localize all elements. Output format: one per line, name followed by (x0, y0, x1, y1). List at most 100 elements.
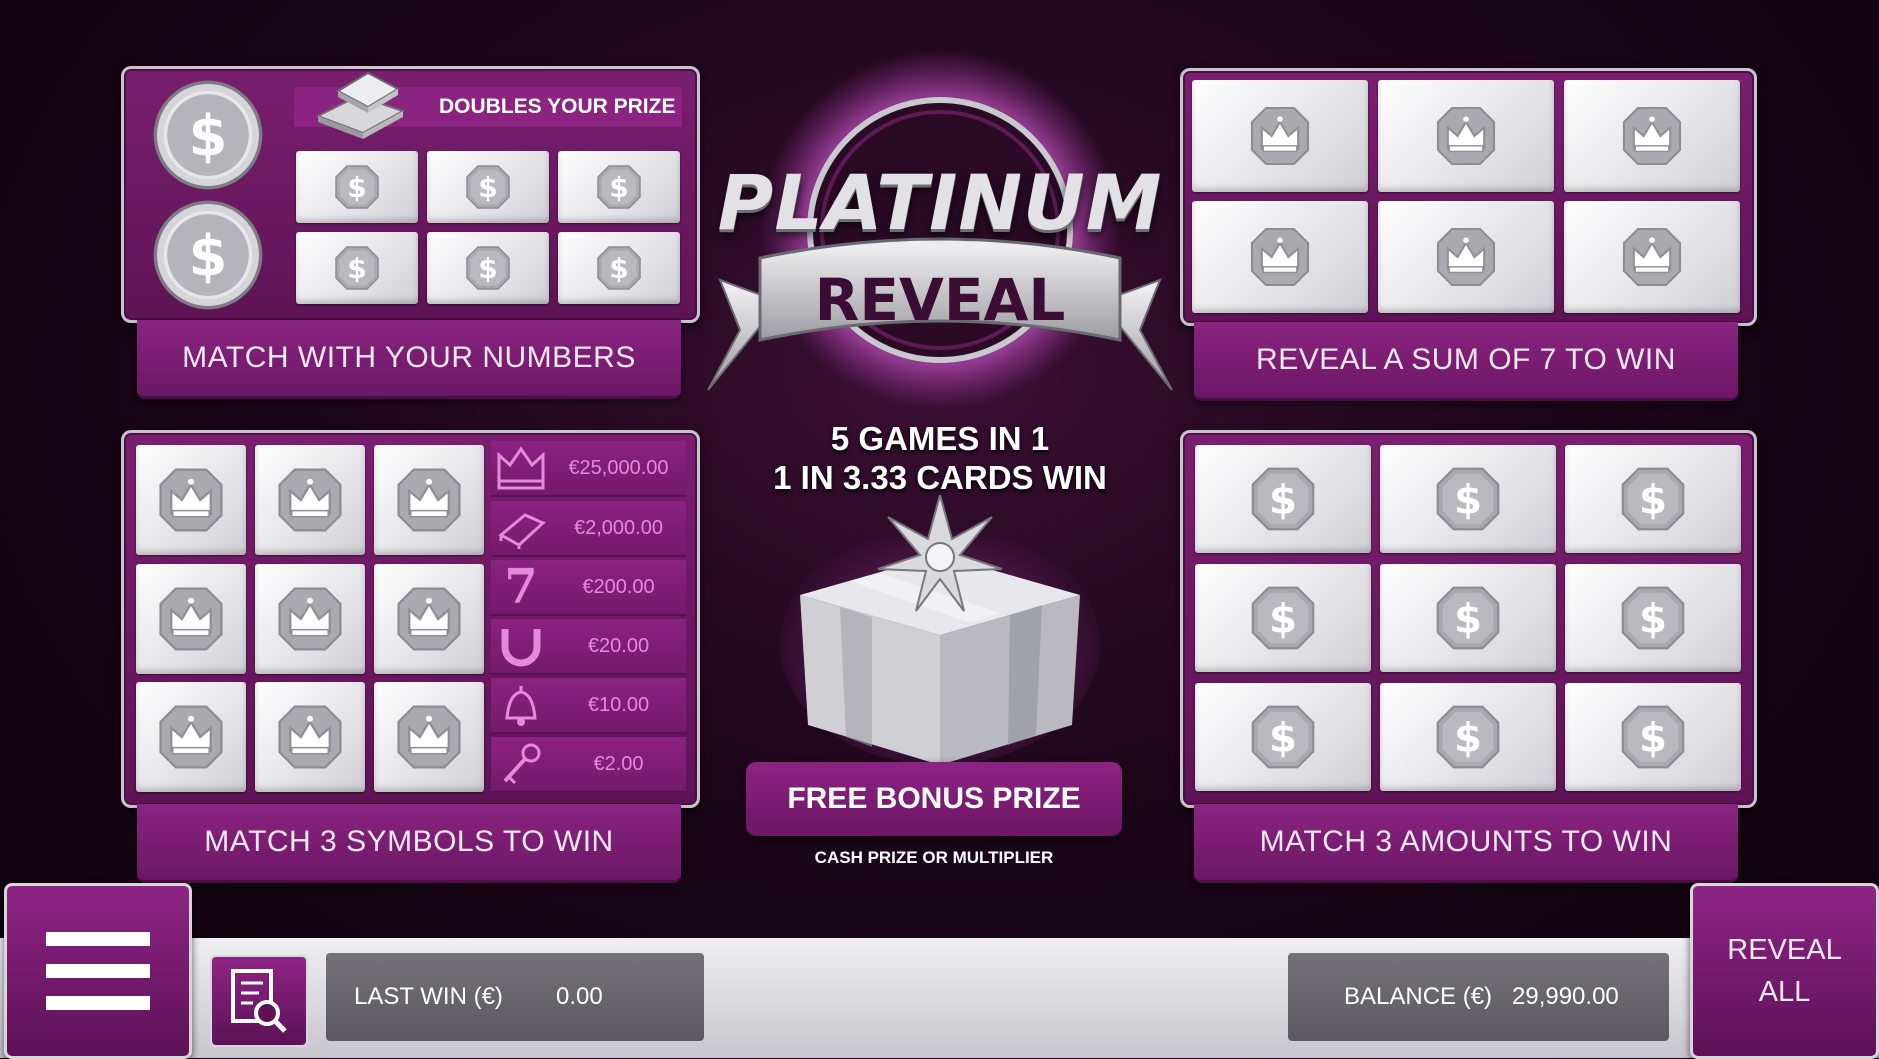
dollar-icon (1422, 463, 1514, 535)
prize-row: €10.00 (491, 678, 686, 734)
game4-label: MATCH 3 AMOUNTS TO WIN (1194, 804, 1738, 883)
prize-row: 7 €200.00 (491, 559, 686, 616)
your-number-tile[interactable] (427, 151, 549, 223)
dollar-icon (1237, 463, 1329, 535)
dollar-icon (326, 243, 388, 293)
last-win-value: 0.00 (556, 983, 603, 1010)
symbol-tile[interactable] (255, 564, 365, 674)
dollar-coin-icon (152, 199, 264, 311)
reveal-all-line1: REVEAL (1727, 934, 1842, 966)
symbol-tile[interactable] (255, 682, 365, 792)
dollar-icon (326, 162, 388, 212)
last-win-label: LAST WIN (€) (354, 983, 503, 1010)
symbol-tile[interactable] (374, 682, 484, 792)
gold-bar-icon (315, 71, 406, 139)
dollar-icon (457, 243, 519, 293)
amount-tile[interactable] (1565, 683, 1741, 791)
dollar-icon (1422, 582, 1514, 654)
prize-row: €2.00 (491, 737, 686, 793)
sum-tile[interactable] (1564, 80, 1740, 192)
gift-box-icon[interactable] (780, 495, 1100, 765)
reveal-all-button[interactable]: REVEAL ALL (1690, 883, 1879, 1059)
paytable-search-icon (231, 969, 287, 1033)
game3-label: MATCH 3 SYMBOLS TO WIN (137, 804, 681, 883)
doubles-label: DOUBLES YOUR PRIZE (439, 95, 676, 118)
game1-panel: DOUBLES YOUR PRIZE (121, 66, 700, 323)
sum-tile[interactable] (1192, 80, 1368, 192)
amount-tile[interactable] (1380, 445, 1556, 553)
sum-tile[interactable] (1192, 201, 1368, 313)
amount-tile[interactable] (1195, 564, 1371, 672)
gold-bar-icon (498, 513, 546, 549)
prize-row: €25,000.00 (491, 441, 686, 497)
prize-table: €25,000.00 €2,000.00 7 €200.00 €20.00 €1… (491, 441, 686, 797)
crown-icon (264, 581, 356, 657)
prize-value: €20.00 (587, 634, 650, 657)
amount-tile[interactable] (1195, 683, 1371, 791)
symbol-tile[interactable] (136, 682, 246, 792)
amount-tile[interactable] (1380, 564, 1556, 672)
dollar-icon (1237, 582, 1329, 654)
prize-row: €2,000.00 (491, 501, 686, 557)
paytable-button[interactable] (210, 955, 308, 1047)
game2-panel (1180, 68, 1757, 326)
tagline-line1: 5 GAMES IN 1 (830, 420, 1050, 457)
crown-icon (145, 462, 237, 538)
crown-icon (1420, 101, 1512, 171)
crown-icon (383, 581, 475, 657)
hamburger-icon (46, 932, 150, 1010)
dollar-icon (457, 162, 519, 212)
prize-value: €2.00 (593, 752, 644, 775)
your-number-tile[interactable] (427, 232, 549, 304)
game1-label: MATCH WITH YOUR NUMBERS (137, 320, 681, 399)
prize-value: €2,000.00 (574, 516, 663, 539)
reveal-all-line2: ALL (1758, 976, 1811, 1008)
free-bonus-button[interactable]: FREE BONUS PRIZE (746, 762, 1122, 836)
dollar-icon (588, 243, 650, 293)
symbol-tile[interactable] (255, 445, 365, 555)
game2-label: REVEAL A SUM OF 7 TO WIN (1194, 322, 1738, 401)
tagline-line2: 1 IN 3.33 CARDS WIN (773, 459, 1107, 496)
amount-tile[interactable] (1565, 445, 1741, 553)
amount-tile[interactable] (1195, 445, 1371, 553)
crown-icon (264, 462, 356, 538)
symbol-tile[interactable] (374, 445, 484, 555)
your-number-tile[interactable] (296, 232, 418, 304)
symbol-tile[interactable] (374, 564, 484, 674)
logo-subtitle: REVEAL (814, 266, 1066, 334)
sum-tile[interactable] (1564, 201, 1740, 313)
logo-title: PLATINUM (717, 158, 1163, 247)
winning-coin-1[interactable] (152, 79, 264, 191)
key-icon (503, 743, 541, 785)
your-number-tile[interactable] (296, 151, 418, 223)
crown-icon (1420, 222, 1512, 292)
amount-tile[interactable] (1380, 683, 1556, 791)
dollar-icon (1237, 701, 1329, 773)
logo: PLATINUM REVEAL (700, 40, 1180, 420)
crown-icon (145, 699, 237, 775)
sum-tile[interactable] (1378, 80, 1554, 192)
crown-icon (145, 581, 237, 657)
symbol-tile[interactable] (136, 564, 246, 674)
game4-panel (1180, 430, 1757, 808)
menu-button[interactable] (4, 883, 192, 1059)
crown-icon (1606, 101, 1698, 171)
prize-value: €25,000.00 (568, 456, 669, 479)
your-number-tile[interactable] (558, 232, 680, 304)
symbol-tile[interactable] (136, 445, 246, 555)
crown-icon (497, 446, 545, 490)
balance-value: 29,990.00 (1512, 983, 1619, 1010)
prize-value: €200.00 (582, 575, 655, 598)
your-number-tile[interactable] (558, 151, 680, 223)
dollar-icon (1422, 701, 1514, 773)
dollar-icon (1607, 463, 1699, 535)
bell-icon (505, 686, 537, 726)
crown-icon (1606, 222, 1698, 292)
dollar-coin-icon (152, 79, 264, 191)
doubles-banner: DOUBLES YOUR PRIZE (294, 71, 682, 139)
prize-value: €10.00 (587, 693, 650, 716)
sum-tile[interactable] (1378, 201, 1554, 313)
winning-coin-2[interactable] (152, 199, 264, 311)
dollar-icon (588, 162, 650, 212)
amount-tile[interactable] (1565, 564, 1741, 672)
